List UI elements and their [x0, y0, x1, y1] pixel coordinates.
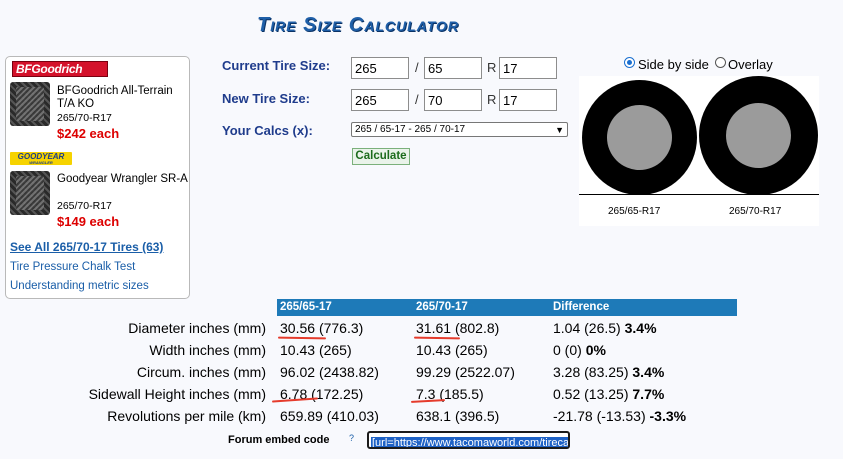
- ad-product-name[interactable]: BFGoodrich All-Terrain T/A KO: [57, 85, 189, 111]
- current-revolutions: 659.89 (410.03): [280, 408, 379, 424]
- page-title: Tire Size Calculator: [257, 14, 460, 36]
- calculate-button[interactable]: Calculate: [352, 148, 410, 165]
- current-diameter: 30.56 (776.3): [280, 320, 364, 336]
- new-circumference: 99.29 (2522.07): [416, 364, 515, 380]
- row-label-diameter: Diameter inches (mm): [128, 320, 266, 336]
- side-by-side-radio[interactable]: [624, 57, 635, 68]
- current-circumference: 96.02 (2438.82): [280, 364, 379, 380]
- diff-circumference: 3.28 (83.25) 3.4%: [553, 364, 665, 380]
- goodyear-logo: GOODYEAR WRANGLER: [10, 152, 72, 165]
- tire-pressure-link[interactable]: Tire Pressure Chalk Test: [10, 261, 135, 273]
- row-label-width: Width inches (mm): [149, 342, 266, 358]
- bfgoodrich-logo: BFGoodrich: [12, 61, 108, 77]
- tire-photo-icon[interactable]: [10, 82, 50, 126]
- current-rim-input[interactable]: [499, 57, 557, 79]
- calcs-select[interactable]: 265 / 65-17 - 265 / 70-17 ▼: [351, 122, 568, 137]
- ad-product-price: $149 each: [57, 214, 120, 229]
- forum-embed-label: Forum embed code: [228, 434, 330, 446]
- embed-code-selection: [url=https://www.tacomaworld.com/tireca: [371, 437, 570, 449]
- slash-separator: /: [415, 60, 419, 75]
- current-rim-shape: [607, 105, 672, 170]
- diff-width: 0 (0) 0%: [553, 342, 606, 358]
- new-diameter: 31.61 (802.8): [416, 320, 500, 336]
- row-label-sidewall: Sidewall Height inches (mm): [88, 386, 266, 402]
- results-header-difference: Difference: [553, 301, 610, 313]
- see-all-tires-link[interactable]: See All 265/70-17 Tires (63): [10, 240, 163, 254]
- ad-product-price: $242 each: [57, 126, 120, 141]
- results-header-current: 265/65-17: [280, 301, 332, 313]
- new-rim-shape: [726, 103, 791, 168]
- your-calcs-label: Your Calcs (x):: [222, 123, 313, 138]
- new-aspect-input[interactable]: [424, 89, 482, 111]
- current-width-input[interactable]: [351, 57, 409, 79]
- new-width-input[interactable]: [351, 89, 409, 111]
- new-revolutions: 638.1 (396.5): [416, 408, 500, 424]
- row-label-circumference: Circum. inches (mm): [136, 364, 266, 380]
- diff-sidewall: 0.52 (13.25) 7.7%: [553, 386, 665, 402]
- new-tire-size-label: New Tire Size:: [222, 91, 310, 106]
- ground-line: [579, 194, 819, 195]
- rim-separator: R: [487, 92, 497, 107]
- annotation-underline: [410, 399, 446, 403]
- annotation-underline: [413, 336, 461, 340]
- embed-help-link[interactable]: ?: [349, 433, 354, 443]
- current-width: 10.43 (265): [280, 342, 352, 358]
- results-header-bar: [277, 299, 737, 316]
- new-rim-input[interactable]: [499, 89, 557, 111]
- results-header-new: 265/70-17: [416, 301, 468, 313]
- overlay-label[interactable]: Overlay: [728, 57, 773, 72]
- current-aspect-input[interactable]: [424, 57, 482, 79]
- diff-diameter: 1.04 (26.5) 3.4%: [553, 320, 657, 336]
- tire-ad-box: BFGoodrich BFGoodrich All-Terrain T/A KO…: [5, 56, 190, 299]
- new-width: 10.43 (265): [416, 342, 488, 358]
- diff-revolutions: -21.78 (-13.53) -3.3%: [553, 408, 687, 424]
- calcs-select-value: 265 / 65-17 - 265 / 70-17: [355, 124, 466, 135]
- metric-sizes-link[interactable]: Understanding metric sizes: [10, 280, 149, 292]
- annotation-underline: [277, 336, 327, 340]
- ad-product-size: 265/70-R17: [57, 112, 112, 124]
- current-tire-label: 265/65-R17: [608, 206, 661, 217]
- tire-photo-icon[interactable]: [10, 171, 50, 215]
- current-tire-size-label: Current Tire Size:: [222, 58, 331, 73]
- chevron-down-icon: ▼: [555, 125, 564, 135]
- slash-separator: /: [415, 92, 419, 107]
- ad-product-size: 265/70-R17: [57, 200, 112, 212]
- ad-product-name[interactable]: Goodyear Wrangler SR-A: [57, 173, 189, 186]
- overlay-radio[interactable]: [715, 57, 726, 68]
- side-by-side-label[interactable]: Side by side: [638, 57, 709, 72]
- rim-separator: R: [487, 60, 497, 75]
- new-tire-label: 265/70-R17: [729, 206, 782, 217]
- embed-code-input[interactable]: [url=https://www.tacomaworld.com/tireca: [367, 431, 570, 449]
- row-label-revolutions: Revolutions per mile (km): [107, 408, 266, 424]
